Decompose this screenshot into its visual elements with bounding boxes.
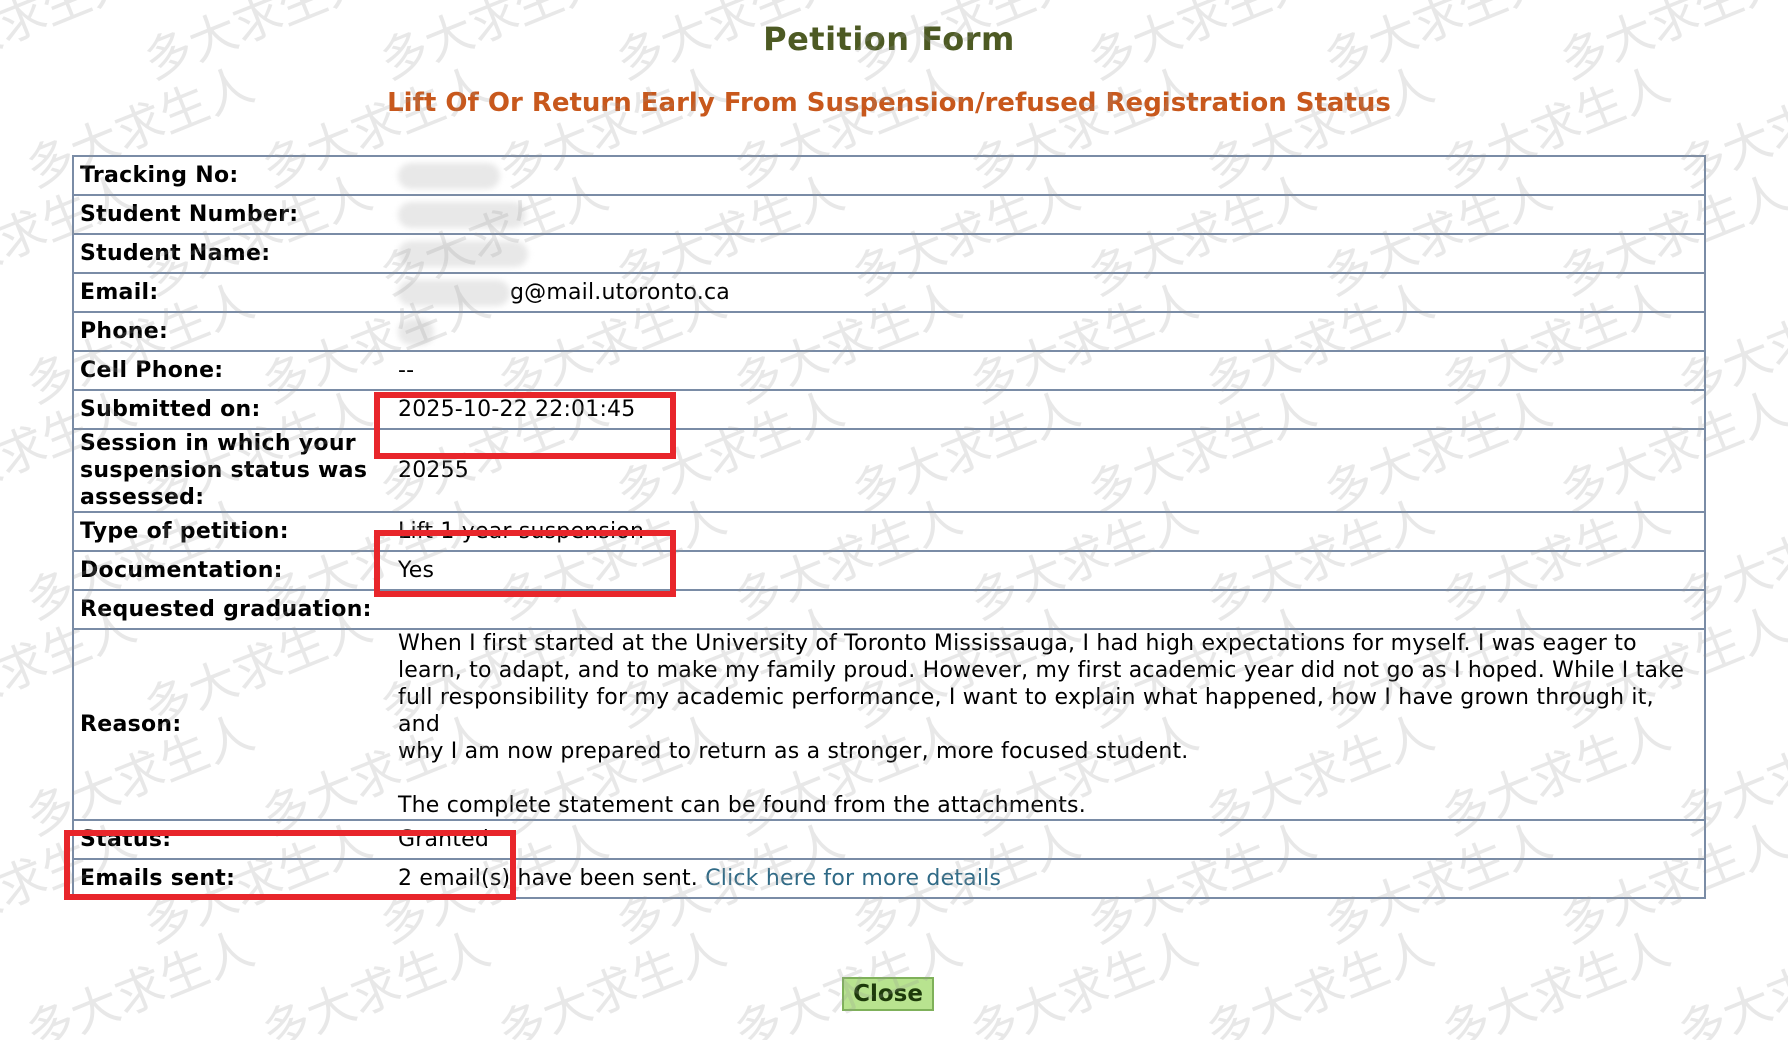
redacted-tracking-no bbox=[398, 163, 500, 189]
submitted-on-value: 2025-10-22 22:01:45 bbox=[392, 389, 1705, 429]
reason-label: Reason: bbox=[73, 628, 392, 820]
reason-line-3: full responsibility for my academic perf… bbox=[398, 685, 1654, 737]
documentation-value: Yes bbox=[392, 550, 1705, 590]
table-row: Reason: When I first started at the Univ… bbox=[73, 628, 1705, 820]
cell-phone-value: -- bbox=[392, 350, 1705, 390]
redacted-email-prefix bbox=[398, 280, 510, 306]
table-row: Type of petition: Lift 1 year suspension bbox=[73, 511, 1705, 551]
redacted-phone bbox=[398, 319, 434, 345]
session-label-line-1: Session in which your bbox=[80, 431, 356, 456]
phone-label: Phone: bbox=[73, 311, 392, 351]
table-row: Requested graduation: bbox=[73, 589, 1705, 629]
page-title: Petition Form bbox=[763, 20, 1015, 58]
tracking-no-value bbox=[392, 155, 1705, 195]
table-row: Emails sent: 2 email(s) have been sent. … bbox=[73, 858, 1705, 898]
reason-line-5: The complete statement can be found from… bbox=[398, 793, 1086, 818]
watermark-text: 多大求生人 bbox=[1434, 920, 1678, 1040]
emails-sent-value: 2 email(s) have been sent. Click here fo… bbox=[392, 858, 1705, 898]
table-row: Cell Phone: -- bbox=[73, 350, 1705, 390]
emails-sent-text: 2 email(s) have been sent. bbox=[398, 866, 698, 891]
session-label: Session in which your suspension status … bbox=[73, 428, 392, 512]
watermark-text: 多大求生人 bbox=[490, 920, 734, 1040]
emails-sent-label: Emails sent: bbox=[73, 858, 392, 898]
watermark-text: 多大求生人 bbox=[962, 920, 1206, 1040]
redacted-student-number bbox=[398, 202, 526, 228]
email-value: g@mail.utoronto.ca bbox=[510, 280, 730, 305]
reason-line-4: why I am now prepared to return as a str… bbox=[398, 739, 1189, 764]
table-row: Phone: bbox=[73, 311, 1705, 351]
watermark-text: 多大求生人 bbox=[1198, 920, 1442, 1040]
petition-type-value: Lift 1 year suspension bbox=[392, 511, 1705, 551]
table-row: Submitted on: 2025-10-22 22:01:45 bbox=[73, 389, 1705, 429]
table-row: Status: Granted bbox=[73, 819, 1705, 859]
phone-value bbox=[392, 311, 1705, 351]
table-row: Email: g@mail.utoronto.ca bbox=[73, 272, 1705, 312]
petition-type-label: Type of petition: bbox=[73, 511, 392, 551]
reason-line-1: When I first started at the University o… bbox=[398, 631, 1637, 656]
table-row: Session in which your suspension status … bbox=[73, 428, 1705, 512]
table-row: Student Name: bbox=[73, 233, 1705, 273]
more-details-link[interactable]: Click here for more details bbox=[705, 866, 1001, 891]
tracking-no-label: Tracking No: bbox=[73, 155, 392, 195]
reason-spacer bbox=[398, 765, 1698, 792]
page-subtitle: Lift Of Or Return Early From Suspension/… bbox=[387, 88, 1391, 118]
student-name-label: Student Name: bbox=[73, 233, 392, 273]
watermark-text: 多大求生人 bbox=[1670, 920, 1788, 1040]
watermark-text: 多大求生人 bbox=[254, 920, 498, 1040]
documentation-label: Documentation: bbox=[73, 550, 392, 590]
email-value-cell: g@mail.utoronto.ca bbox=[392, 272, 1705, 312]
student-number-label: Student Number: bbox=[73, 194, 392, 234]
table-row: Tracking No: bbox=[73, 155, 1705, 195]
session-label-line-3: assessed: bbox=[80, 485, 205, 510]
requested-graduation-value bbox=[392, 589, 1705, 629]
cell-phone-label: Cell Phone: bbox=[73, 350, 392, 390]
watermark-text: 多大求生人 bbox=[18, 920, 262, 1040]
reason-line-2: learn, to adapt, and to make my family p… bbox=[398, 658, 1685, 683]
table-row: Documentation: Yes bbox=[73, 550, 1705, 590]
reason-value: When I first started at the University o… bbox=[392, 628, 1705, 820]
student-number-value bbox=[392, 194, 1705, 234]
table-row: Student Number: bbox=[73, 194, 1705, 234]
session-label-line-2: suspension status was bbox=[80, 458, 368, 483]
status-label: Status: bbox=[73, 819, 392, 859]
watermark-text: 多大求生人 bbox=[726, 920, 970, 1040]
student-name-value bbox=[392, 233, 1705, 273]
email-label: Email: bbox=[73, 272, 392, 312]
petition-details-table: Tracking No: Student Number: Student Nam… bbox=[72, 155, 1706, 899]
redacted-student-name bbox=[398, 241, 528, 267]
submitted-on-label: Submitted on: bbox=[73, 389, 392, 429]
session-value: 20255 bbox=[392, 428, 1705, 512]
requested-graduation-label: Requested graduation: bbox=[73, 589, 392, 629]
close-button[interactable]: Close bbox=[842, 977, 934, 1011]
status-value: Granted bbox=[392, 819, 1705, 859]
